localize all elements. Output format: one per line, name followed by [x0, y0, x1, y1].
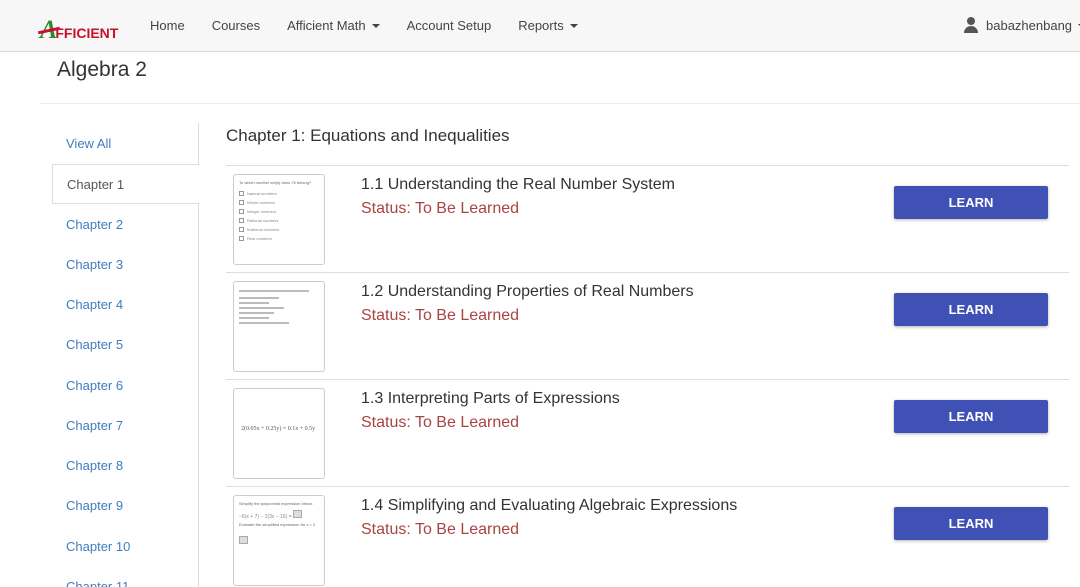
checkbox-icon [239, 209, 244, 215]
nav-afficient-math-dropdown[interactable]: Afficient Math [287, 18, 380, 33]
logo-text: FFICIENT [55, 25, 119, 41]
sidebar-item-chapter-2[interactable]: Chapter 2 [52, 204, 199, 244]
nav-courses[interactable]: Courses [212, 18, 260, 33]
chapter-title: Chapter 1: Equations and Inequalities [226, 126, 510, 145]
answer-box [239, 536, 248, 544]
sidebar-item-chapter-4[interactable]: Chapter 4 [52, 284, 199, 324]
lesson-status: Status: To Be Learned [361, 200, 520, 217]
top-navbar: A FFICIENT Home Courses Afficient Math A… [0, 0, 1080, 52]
lesson-status: Status: To Be Learned [361, 307, 520, 324]
caret-down-icon [569, 24, 578, 28]
user-menu[interactable]: babazhenbang [963, 17, 1080, 33]
lesson-row: 1.2 Understanding Properties of Real Num… [226, 272, 1069, 379]
sidebar-item-chapter-7[interactable]: Chapter 7 [52, 405, 199, 445]
logo-letter: A [40, 15, 58, 44]
lesson-thumbnail[interactable]: To which number set(s) does √5 belong? N… [233, 174, 325, 265]
learn-button[interactable]: LEARN [894, 400, 1048, 433]
sidebar-item-view-all[interactable]: View All [52, 123, 199, 163]
divider [40, 103, 1080, 104]
answer-box [293, 510, 303, 518]
lesson-status: Status: To Be Learned [361, 414, 520, 431]
chapter-sidebar: View All Chapter 1 Chapter 2 Chapter 3 C… [52, 123, 200, 587]
sidebar-item-chapter-5[interactable]: Chapter 5 [52, 324, 199, 364]
nav-reports-dropdown[interactable]: Reports [518, 18, 578, 33]
sidebar-item-chapter-9[interactable]: Chapter 9 [52, 485, 199, 525]
lesson-title[interactable]: 1.3 Interpreting Parts of Expressions [361, 390, 620, 408]
checkbox-icon [239, 227, 244, 233]
caret-down-icon [371, 24, 380, 28]
lesson-title[interactable]: 1.4 Simplifying and Evaluating Algebraic… [361, 497, 737, 515]
nav-home[interactable]: Home [150, 18, 185, 33]
learn-button[interactable]: LEARN [894, 507, 1048, 540]
lesson-status: Status: To Be Learned [361, 521, 520, 538]
checkbox-icon [239, 218, 244, 224]
sidebar-item-chapter-1[interactable]: Chapter 1 [52, 164, 200, 204]
nav-links: Home Courses Afficient Math Account Setu… [150, 0, 605, 50]
sidebar-item-chapter-6[interactable]: Chapter 6 [52, 365, 199, 405]
user-icon [963, 17, 979, 33]
sidebar-item-chapter-8[interactable]: Chapter 8 [52, 445, 199, 485]
learn-button[interactable]: LEARN [894, 186, 1048, 219]
page-title: Algebra 2 [57, 58, 147, 81]
lesson-title[interactable]: 1.2 Understanding Properties of Real Num… [361, 283, 694, 301]
sidebar-item-chapter-3[interactable]: Chapter 3 [52, 244, 199, 284]
username: babazhenbang [986, 17, 1073, 33]
lesson-row: Simplify the polynomial expression below… [226, 486, 1069, 587]
checkbox-icon [239, 191, 244, 197]
lesson-thumbnail[interactable] [233, 281, 325, 372]
sidebar-item-chapter-11[interactable]: Chapter 11 [52, 566, 199, 587]
lesson-row: To which number set(s) does √5 belong? N… [226, 165, 1069, 272]
afficient-logo[interactable]: A FFICIENT [40, 14, 119, 44]
lesson-title[interactable]: 1.1 Understanding the Real Number System [361, 176, 675, 194]
learn-button[interactable]: LEARN [894, 293, 1048, 326]
lesson-thumbnail[interactable]: 2(0.05x + 0.25y) = 0.1x + 0.5y [233, 388, 325, 479]
nav-account-setup[interactable]: Account Setup [407, 18, 492, 33]
sidebar-item-chapter-10[interactable]: Chapter 10 [52, 526, 199, 566]
lesson-row: 2(0.05x + 0.25y) = 0.1x + 0.5y 1.3 Inter… [226, 379, 1069, 486]
checkbox-icon [239, 200, 244, 206]
lesson-thumbnail[interactable]: Simplify the polynomial expression below… [233, 495, 325, 586]
checkbox-icon [239, 236, 244, 242]
